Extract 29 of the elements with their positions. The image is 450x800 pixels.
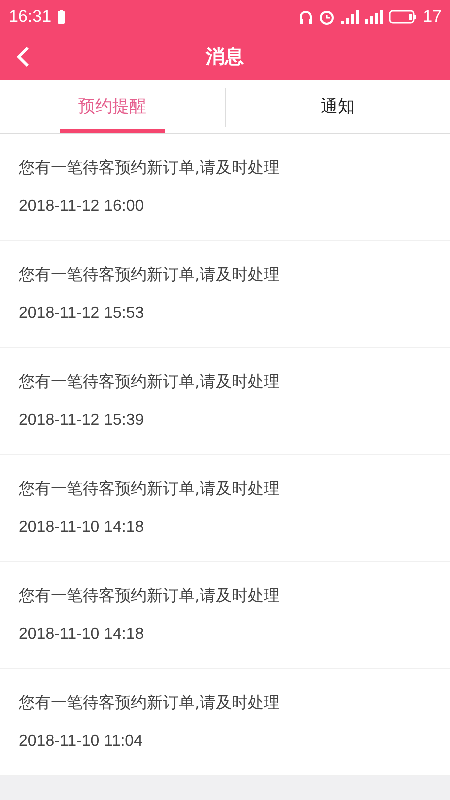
message-text: 您有一笔待客预约新订单,请及时处理 <box>19 693 282 714</box>
message-text: 您有一笔待客预约新订单,请及时处理 <box>19 265 282 286</box>
message-item[interactable]: 您有一笔待客预约新订单,请及时处理 2018-11-10 14:18 <box>0 562 450 669</box>
message-text: 您有一笔待客预约新订单,请及时处理 <box>19 158 282 179</box>
message-item[interactable]: 您有一笔待客预约新订单,请及时处理 2018-11-12 15:39 <box>0 348 450 455</box>
back-icon[interactable] <box>16 46 32 68</box>
message-time: 2018-11-12 15:39 <box>19 412 146 430</box>
message-item[interactable]: 您有一笔待客预约新订单,请及时处理 2018-11-10 14:18 <box>0 455 450 562</box>
battery-saver-icon <box>58 10 65 24</box>
message-time: 2018-11-10 11:04 <box>19 733 144 751</box>
signal-icon <box>365 10 384 24</box>
message-item[interactable]: 您有一笔待客预约新订单,请及时处理 2018-11-10 11:04 <box>0 669 450 776</box>
message-text: 您有一笔待客预约新订单,请及时处理 <box>19 586 282 607</box>
status-time: 16:31 <box>9 6 52 26</box>
message-time: 2018-11-12 16:00 <box>19 198 146 216</box>
battery-icon <box>389 10 418 24</box>
tab[interactable]: 通知 <box>226 80 450 133</box>
headphones-icon <box>299 8 314 24</box>
alarm-icon <box>319 8 336 24</box>
message-text: 您有一笔待客预约新订单,请及时处理 <box>19 479 282 500</box>
battery-level: 17 <box>423 6 442 26</box>
message-time: 2018-11-12 15:53 <box>19 305 146 323</box>
signal-icon <box>341 10 360 24</box>
message-time: 2018-11-10 14:18 <box>19 626 146 644</box>
message-item[interactable]: 您有一笔待客预约新订单,请及时处理 2018-11-12 16:00 <box>0 134 450 241</box>
page-title: 消息 <box>206 44 244 70</box>
message-item[interactable]: 您有一笔待客预约新订单,请及时处理 2018-11-12 15:53 <box>0 241 450 348</box>
message-text: 您有一笔待客预约新订单,请及时处理 <box>19 372 282 393</box>
message-time: 2018-11-10 14:18 <box>19 519 146 537</box>
